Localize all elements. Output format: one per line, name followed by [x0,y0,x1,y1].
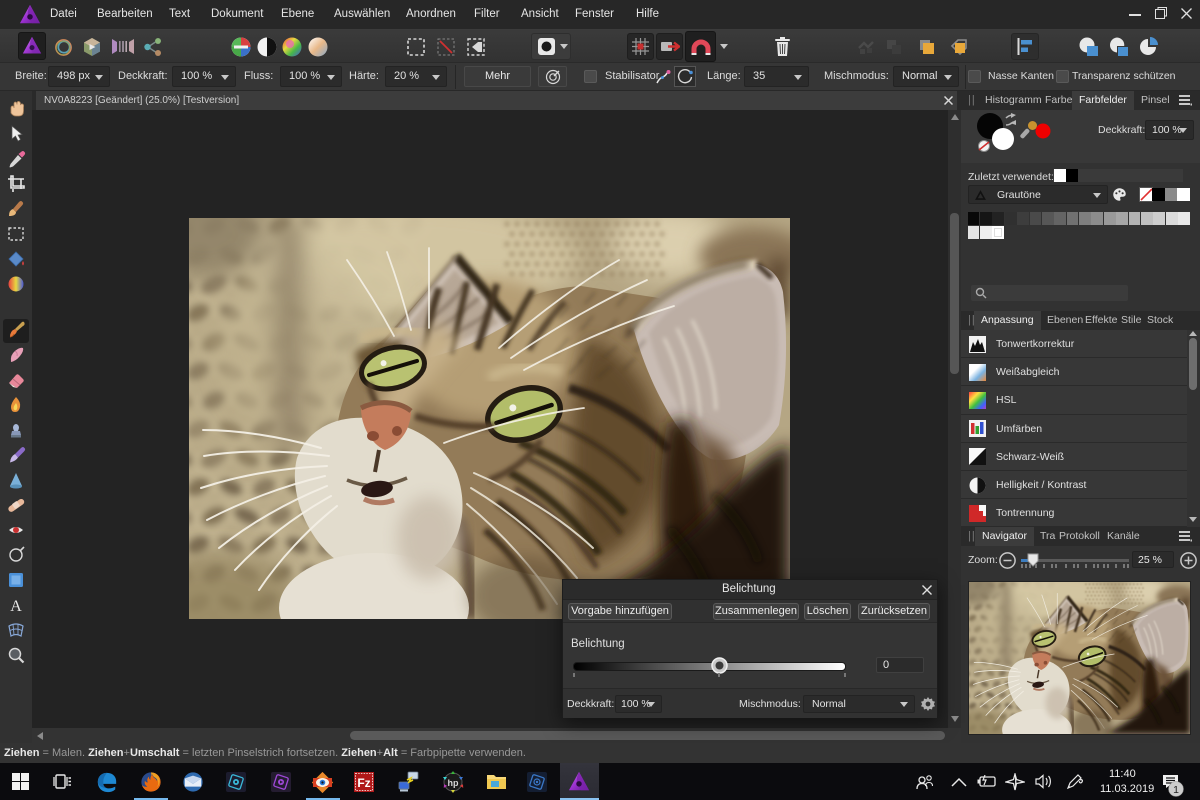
svg-text:A: A [10,598,22,615]
svg-text:Fz: Fz [357,776,370,790]
svg-text:hp: hp [448,778,459,788]
svg-text:1: 1 [1173,784,1179,796]
